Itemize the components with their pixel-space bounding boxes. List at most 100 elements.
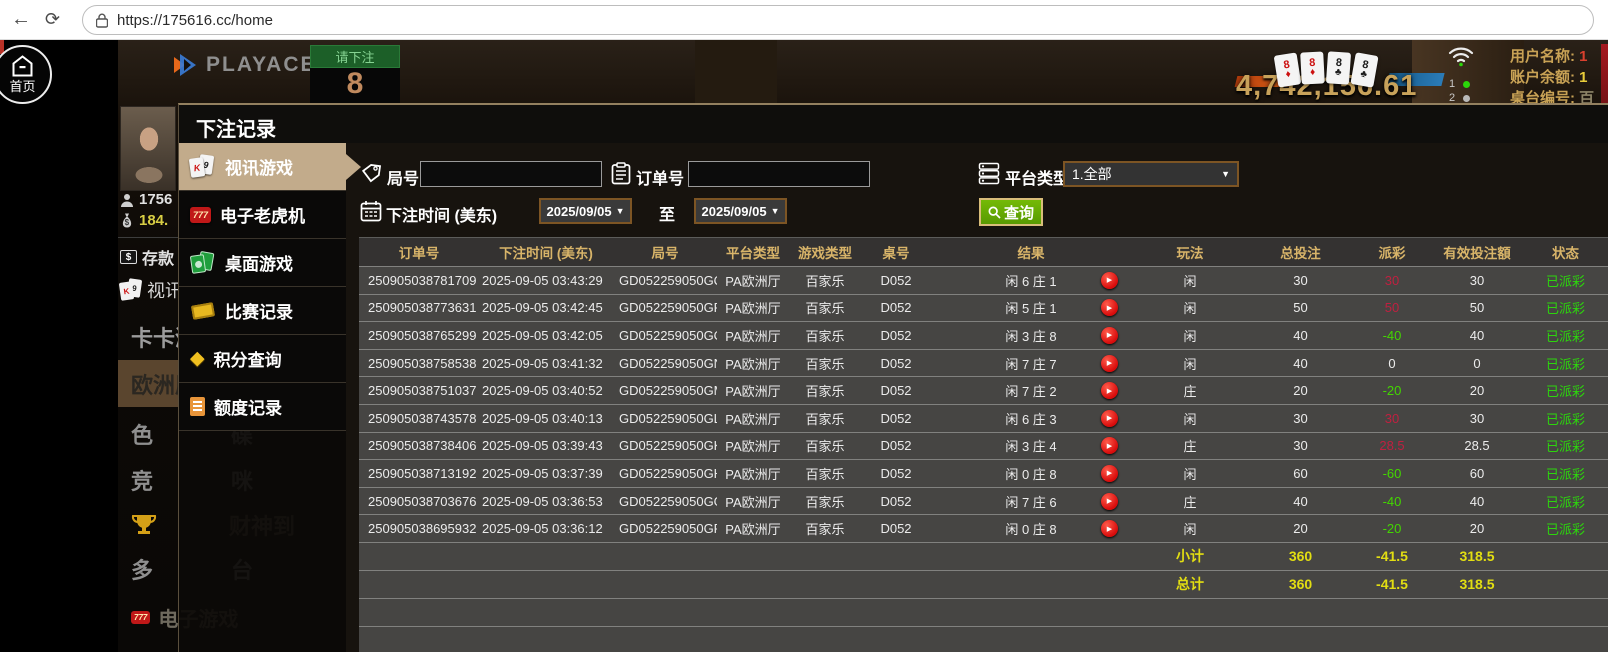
order-input[interactable]	[688, 161, 870, 187]
search-button[interactable]: 查询	[979, 198, 1043, 226]
replay-button[interactable]: ▶	[1101, 355, 1118, 372]
result-text: 闲 6 庄 1	[1005, 271, 1056, 290]
platform-selected-value: 1.全部	[1072, 164, 1112, 184]
cell-validBet: 60	[1432, 460, 1522, 487]
result-cell: 闲 3 庄 8▶	[931, 322, 1131, 349]
cell-order: 250905038765299	[359, 322, 479, 349]
cell-tableNo: D052	[861, 405, 931, 432]
result-cell: 闲 6 庄 1 ▶	[931, 267, 1131, 294]
cell-tableNo: D052	[861, 377, 931, 404]
cell-play: 闲	[1131, 460, 1249, 487]
replay-button[interactable]: ▶	[1101, 465, 1118, 482]
document-icon	[190, 397, 205, 416]
replay-button[interactable]: ▶	[1101, 520, 1118, 537]
scene-pillar	[695, 40, 777, 103]
replay-button[interactable]: ▶	[1101, 410, 1118, 427]
cell-platform: PA欧洲厅	[717, 515, 789, 542]
balance-value: 1	[1579, 69, 1587, 86]
menu-item-credit-records[interactable]: 额度记录	[179, 383, 346, 431]
result-cell: 闲 5 庄 1▶	[931, 295, 1131, 322]
replay-button[interactable]: ▶	[1101, 437, 1118, 454]
cell-platform: PA欧洲厅	[717, 433, 789, 460]
cell-totalBet: 60	[1249, 460, 1352, 487]
table-row: 2509050387736312025-09-05 03:42:45GD0522…	[359, 294, 1608, 322]
cell-round: GD052259050GO	[613, 322, 717, 349]
user-name-value: 1	[1579, 48, 1587, 65]
replay-button[interactable]: ▶	[1101, 493, 1118, 510]
cell-time: 2025-09-05 03:42:05	[479, 322, 613, 349]
card-suit: ♣	[1335, 68, 1342, 78]
date-to-picker[interactable]: 2025/09/05 ▼	[694, 198, 787, 224]
total-row: 总计 360 -41.5 318.5	[359, 570, 1608, 598]
cell-round: GD052259050GP	[613, 295, 717, 322]
column-header: 桌号	[861, 238, 931, 266]
cell-game: 百家乐	[789, 515, 861, 542]
card-suit: ♦	[1310, 68, 1316, 78]
date-from-picker[interactable]: 2025/09/05 ▼	[539, 198, 632, 224]
cell-time: 2025-09-05 03:42:45	[479, 295, 613, 322]
cell-round: GD052259050GL	[613, 405, 717, 432]
cell-time: 2025-09-05 03:37:39	[479, 460, 613, 487]
replay-button[interactable]: ▶	[1101, 382, 1118, 399]
clipboard-icon	[611, 162, 631, 185]
cell-totalBet: 20	[1249, 515, 1352, 542]
round-label: 局号	[387, 165, 419, 189]
menu-item-points-query[interactable]: ◆ 积分查询	[179, 335, 346, 383]
result-text: 闲 7 庄 7	[1005, 354, 1056, 373]
column-header: 状态	[1522, 238, 1608, 266]
menu-item-video-games[interactable]: 9K 视讯游戏	[179, 143, 346, 191]
moneybag-icon: $	[120, 213, 134, 228]
menu-label: 桌面游戏	[225, 250, 293, 275]
cell-payout: 30	[1352, 405, 1432, 432]
menu-item-match-records[interactable]: 比赛记录	[179, 287, 346, 335]
menu-label: 积分查询	[214, 346, 282, 371]
result-cell: 闲 7 庄 7 ▶	[931, 350, 1131, 377]
menu-item-slots[interactable]: 777 电子老虎机	[179, 191, 346, 239]
subtotal-row: 小计 360 -41.5 318.5	[359, 542, 1608, 570]
platform-type-select[interactable]: 1.全部 ▼	[1063, 161, 1239, 187]
table-row: 2509050387652992025-09-05 03:42:05GD0522…	[359, 321, 1608, 349]
replay-button[interactable]: ▶	[1101, 327, 1118, 344]
tag-icon	[361, 163, 382, 184]
cell-tableNo: D052	[861, 515, 931, 542]
bet-timer-panel: 请下注 8	[310, 45, 400, 103]
svg-text:$: $	[125, 218, 130, 227]
cell-validBet: 30	[1432, 405, 1522, 432]
reload-icon[interactable]: ⟳	[45, 6, 60, 32]
order-label: 订单号	[636, 165, 684, 189]
cell-round: GD052259050GK	[613, 433, 717, 460]
replay-button[interactable]: ▶	[1101, 272, 1118, 289]
deposit-label: 存款	[142, 245, 174, 269]
cell-time: 2025-09-05 03:39:43	[479, 433, 613, 460]
to-label: 至	[659, 201, 675, 225]
empty-row	[359, 626, 1608, 652]
result-text: 闲 7 庄 6	[1005, 492, 1056, 511]
menu-ghost-panel	[179, 431, 346, 652]
cell-time: 2025-09-05 03:40:13	[479, 405, 613, 432]
result-cell: 闲 0 庄 8▶	[931, 515, 1131, 542]
cell-platform: PA欧洲厅	[717, 295, 789, 322]
cell-time: 2025-09-05 03:43:29	[479, 267, 613, 294]
balance-amount: 184.	[139, 212, 168, 229]
column-header: 游戏类型	[789, 238, 861, 266]
video-category[interactable]: 9 K 视讯	[120, 277, 183, 303]
round-input[interactable]	[420, 161, 602, 187]
address-bar[interactable]: https://175616.cc/home	[82, 5, 1594, 35]
cell-platform: PA欧洲厅	[717, 350, 789, 377]
subtotal-label: 小计	[1131, 543, 1249, 570]
bet-countdown: 8	[347, 68, 364, 100]
user-info-row: 用户名称: 1	[1510, 45, 1608, 66]
menu-item-table-games[interactable]: 桌面游戏	[179, 239, 346, 287]
cell-round: GD052259050GF	[613, 515, 717, 542]
deposit-button[interactable]: $ 存款	[120, 245, 174, 269]
cell-time: 2025-09-05 03:36:53	[479, 488, 613, 515]
home-button[interactable]: 首页	[0, 45, 52, 104]
cell-validBet: 40	[1432, 488, 1522, 515]
replay-button[interactable]: ▶	[1101, 299, 1118, 316]
cell-play: 闲	[1131, 515, 1249, 542]
back-icon[interactable]: ←	[11, 6, 31, 32]
cell-totalBet: 30	[1249, 405, 1352, 432]
result-cell: 闲 0 庄 8▶	[931, 460, 1131, 487]
subtotal-total-bet: 360	[1249, 543, 1352, 570]
diamond-icon: ◆	[190, 349, 205, 368]
